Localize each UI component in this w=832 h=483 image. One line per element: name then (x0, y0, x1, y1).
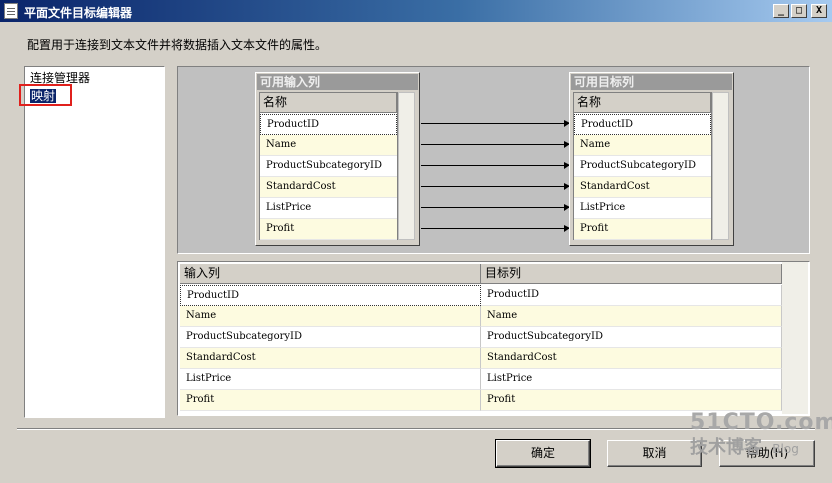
input-column-row[interactable]: StandardCost (260, 177, 397, 198)
mapping-line[interactable] (421, 120, 570, 127)
watermark-site: 51CTO.com (690, 410, 832, 435)
watermark-blog: Blog (772, 442, 799, 456)
grid-cell-input[interactable]: StandardCost (180, 348, 481, 369)
target-column-row[interactable]: StandardCost (574, 177, 711, 198)
input-column-row[interactable]: ProductID (260, 114, 397, 135)
grid-header-target[interactable]: 目标列 (481, 264, 782, 284)
highlight-box (19, 84, 72, 106)
target-columns-scrollbar[interactable] (712, 92, 729, 240)
mapping-line[interactable] (421, 162, 570, 169)
input-column-row[interactable]: ProductSubcategoryID (260, 156, 397, 177)
mapping-line[interactable] (421, 225, 570, 232)
grid-cell-input[interactable]: Name (180, 306, 481, 327)
input-columns-scrollbar[interactable] (398, 92, 415, 240)
mapping-grid: 输入列 目标列 ProductID ProductID Name Name Pr… (177, 261, 810, 416)
grid-cell-target[interactable]: Profit (481, 390, 782, 411)
grid-scrollbar[interactable] (782, 262, 808, 414)
mapping-diagram: 可用输入列 名称 ProductID Name ProductSubcatego… (177, 66, 810, 254)
document-icon (4, 3, 18, 19)
grid-cell-input[interactable]: ListPrice (180, 369, 481, 390)
dialog-description: 配置用于连接到文本文件并将数据插入文本文件的属性。 (27, 38, 328, 52)
input-column-row[interactable]: Name (260, 135, 397, 156)
input-name-header: 名称 (260, 93, 397, 113)
mapping-line[interactable] (421, 183, 570, 190)
close-button[interactable]: X (811, 4, 827, 18)
grid-cell-target[interactable]: ProductID (481, 285, 782, 306)
grid-cell-target[interactable]: ListPrice (481, 369, 782, 390)
grid-cell-target[interactable]: ProductSubcategoryID (481, 327, 782, 348)
target-column-row[interactable]: Profit (574, 219, 711, 240)
grid-cell-target[interactable]: StandardCost (481, 348, 782, 369)
target-column-row[interactable]: Name (574, 135, 711, 156)
grid-cell-input[interactable]: ProductSubcategoryID (180, 327, 481, 348)
available-target-columns[interactable]: 可用目标列 名称 ProductID Name ProductSubcatego… (569, 72, 734, 246)
mapping-line[interactable] (421, 204, 570, 211)
window-title: 平面文件目标编辑器 (24, 6, 133, 20)
target-columns-title: 可用目标列 (571, 74, 732, 90)
mapping-line[interactable] (421, 141, 570, 148)
input-column-row[interactable]: ListPrice (260, 198, 397, 219)
nav-item-label: 连接管理器 (30, 71, 91, 85)
target-columns-list: 名称 ProductID Name ProductSubcategoryID S… (573, 92, 712, 240)
watermark-sub: 技术博客 (690, 437, 762, 458)
cancel-button[interactable]: 取消 (607, 440, 702, 467)
available-input-columns[interactable]: 可用输入列 名称 ProductID Name ProductSubcatego… (255, 72, 420, 246)
target-column-row[interactable]: ListPrice (574, 198, 711, 219)
maximize-button[interactable]: □ (791, 4, 807, 18)
title-bar[interactable]: 平面文件目标编辑器 _ □ X (0, 0, 832, 22)
minimize-button[interactable]: _ (773, 4, 789, 18)
target-column-row[interactable]: ProductID (574, 114, 711, 135)
grid-cell-target[interactable]: Name (481, 306, 782, 327)
target-column-row[interactable]: ProductSubcategoryID (574, 156, 711, 177)
grid-header-input[interactable]: 输入列 (180, 264, 481, 284)
input-column-row[interactable]: Profit (260, 219, 397, 240)
target-name-header: 名称 (574, 93, 711, 113)
ok-button[interactable]: 确定 (495, 439, 591, 468)
watermark-logo: 51CTO.com 技术博客 Blog (690, 410, 832, 459)
grid-cell-input[interactable]: Profit (180, 390, 481, 411)
grid-cell-input[interactable]: ProductID (180, 285, 481, 306)
input-columns-list: 名称 ProductID Name ProductSubcategoryID S… (259, 92, 398, 240)
nav-list: 连接管理器 映射 (24, 66, 165, 418)
input-columns-title: 可用输入列 (257, 74, 418, 90)
